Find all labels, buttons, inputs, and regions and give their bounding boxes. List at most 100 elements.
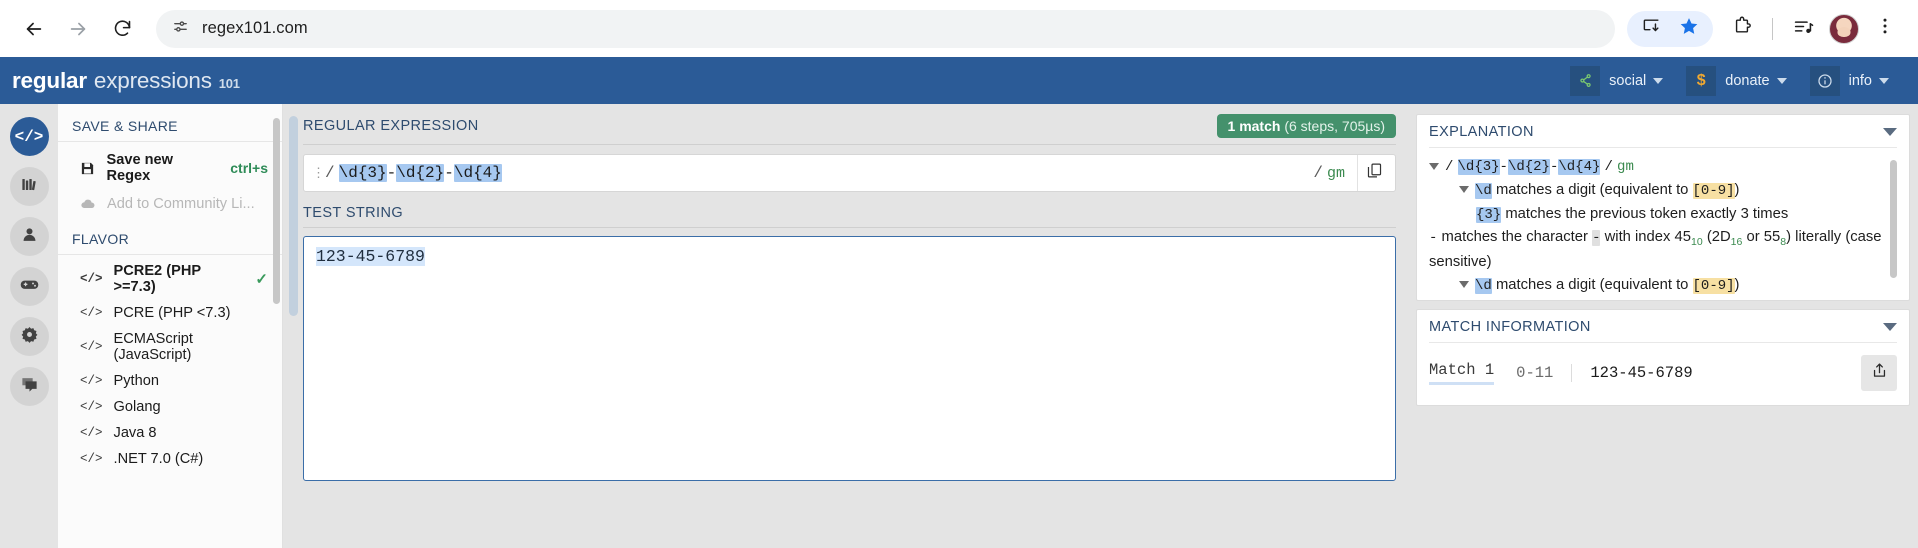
back-arrow-icon	[23, 18, 45, 40]
save-shortcut-label: ctrl+s	[230, 160, 268, 176]
rail-item-sponsor[interactable]	[9, 267, 49, 306]
explanation-digit-paren: )	[1734, 276, 1740, 293]
check-icon: ✓	[255, 271, 268, 288]
site-settings-icon[interactable]	[172, 18, 189, 40]
forward-button[interactable]	[58, 9, 98, 49]
disclosure-triangle-icon[interactable]	[1459, 186, 1469, 194]
explanation-header[interactable]: EXPLANATION	[1429, 124, 1897, 148]
sidebar-scrollbar[interactable]	[273, 118, 280, 304]
explanation-pattern-row[interactable]: / \d{3}-\d{2}-\d{4} / gm	[1429, 155, 1887, 179]
regex-flags[interactable]: gm	[1327, 165, 1345, 182]
header-menu-info[interactable]: info	[1809, 65, 1898, 96]
profile-avatar[interactable]	[1829, 13, 1859, 44]
save-disk-icon	[80, 161, 95, 176]
header-menu-donate[interactable]: $ donate	[1686, 65, 1795, 96]
rail-item-editor[interactable]: </>	[9, 117, 49, 156]
header-menu-social[interactable]: social	[1570, 65, 1672, 96]
explanation-dash-lead: matches the character	[1441, 229, 1588, 246]
explanation-dash-dec: 45	[1674, 229, 1691, 246]
explanation-dash-bullet: -	[1429, 230, 1438, 247]
gamepad-icon	[19, 274, 40, 300]
explanation-scrollbar[interactable]	[1890, 160, 1897, 278]
omnibox-action-pill	[1627, 10, 1713, 48]
flavor-item-golang[interactable]: </> Golang	[58, 394, 282, 420]
flavor-label: Golang	[113, 399, 161, 415]
regex-flags-area[interactable]: / gm	[1312, 164, 1345, 182]
header-nav: social $ donate info	[1570, 65, 1898, 96]
toolbar-divider	[1772, 17, 1773, 40]
regular-expression-title: REGULAR EXPRESSION	[303, 118, 479, 134]
explanation-repeat-text: matches the previous token exactly 3 tim…	[1505, 205, 1789, 222]
chevron-down-icon[interactable]	[1883, 128, 1897, 136]
flavor-label: .NET 7.0 (C#)	[113, 451, 204, 467]
explanation-digit-token: \d	[1475, 182, 1492, 199]
flavor-item-dotnet[interactable]: </> .NET 7.0 (C#)	[58, 446, 282, 472]
app-body: </> SAVE & SHARE Save new Regex ctrl+s A…	[0, 104, 1918, 548]
back-button[interactable]	[14, 9, 54, 49]
rail-item-account[interactable]	[9, 217, 49, 256]
rail-item-community[interactable]	[9, 367, 49, 406]
disclosure-triangle-icon[interactable]	[1459, 281, 1469, 289]
test-string-match-highlight: 123-45-6789	[316, 247, 425, 266]
rail-item-library[interactable]	[9, 167, 49, 206]
gear-icon	[20, 325, 39, 349]
flavor-item-python[interactable]: </> Python	[58, 368, 282, 394]
explanation-row-digit-1[interactable]: \d matches a digit (equivalent to [0-9])	[1429, 179, 1887, 203]
chevron-down-icon[interactable]	[1883, 323, 1897, 331]
reload-button[interactable]	[102, 9, 142, 49]
explanation-dash-mid: with index	[1604, 229, 1671, 246]
explanation-dash-dec-sub: 10	[1691, 236, 1703, 249]
header-menu-donate-label: donate	[1725, 72, 1770, 89]
add-to-community-library-button[interactable]: Add to Community Li...	[58, 190, 282, 218]
export-matches-button[interactable]	[1861, 355, 1897, 391]
library-books-icon	[20, 175, 39, 199]
flavor-label: PCRE2 (PHP >=7.3)	[113, 263, 201, 295]
match-label[interactable]: Match 1	[1429, 361, 1495, 385]
regex-token-1: \d{3}	[338, 164, 387, 182]
flavor-item-pcre2[interactable]: </> PCRE2 (PHP >=7.3) ✓	[58, 258, 282, 300]
flavor-label: Java 8	[113, 425, 157, 441]
browser-menu-button[interactable]	[1866, 10, 1904, 48]
browser-actions	[1627, 10, 1904, 48]
save-share-title: SAVE & SHARE	[58, 118, 282, 142]
explanation-dash-or: or	[1746, 229, 1760, 246]
flavor-item-ecmascript[interactable]: </> ECMAScript (JavaScript)	[58, 326, 282, 368]
bookmark-button[interactable]	[1670, 10, 1708, 48]
flavor-item-java8[interactable]: </> Java 8	[58, 420, 282, 446]
drag-handle-icon[interactable]: ⋮	[312, 167, 325, 180]
flavor-item-pcre[interactable]: </> PCRE (PHP <7.3)	[58, 300, 282, 326]
disclosure-triangle-icon[interactable]	[1429, 162, 1439, 170]
site-logo[interactable]: regular expressions 101	[12, 68, 240, 94]
explanation-row-digit-2[interactable]: \d matches a digit (equivalent to [0-9])	[1429, 274, 1887, 298]
address-bar[interactable]: regex101.com	[156, 9, 1615, 48]
explanation-dash-hex-sub: 16	[1730, 236, 1743, 249]
explanation-title: EXPLANATION	[1429, 124, 1534, 140]
match-count-bold: 1 match	[1227, 118, 1281, 134]
account-person-icon	[20, 225, 39, 249]
scrollbar-thumb[interactable]	[288, 116, 298, 316]
explanation-repeat-token: {3}	[1476, 206, 1502, 223]
export-share-icon	[1871, 362, 1888, 384]
install-app-button[interactable]	[1632, 10, 1670, 48]
rail-item-settings[interactable]	[9, 317, 49, 356]
copy-regex-button[interactable]	[1357, 155, 1391, 191]
match-label-text: Match	[1429, 361, 1476, 379]
explanation-token-2: \d{2}	[1507, 159, 1550, 175]
match-value: 123-45-6789	[1590, 364, 1693, 382]
regex-input[interactable]: ⋮ / \d{3} - \d{2} - \d{4} / gm	[303, 154, 1396, 192]
extensions-puzzle-icon	[1732, 16, 1752, 41]
test-string-input[interactable]: 123-45-6789	[303, 236, 1396, 481]
explanation-digit-paren: )	[1734, 181, 1740, 198]
main-scrollbar[interactable]	[283, 104, 303, 548]
three-dot-menu-icon	[1875, 16, 1895, 41]
media-control-button[interactable]	[1784, 10, 1822, 48]
explanation-row-literal-dash-1: - matches the character - with index 451…	[1429, 226, 1887, 273]
save-new-regex-button[interactable]: Save new Regex ctrl+s	[58, 146, 282, 190]
match-information-header[interactable]: MATCH INFORMATION	[1429, 319, 1897, 343]
regex-separator-2: -	[444, 164, 454, 182]
extensions-button[interactable]	[1723, 10, 1761, 48]
regex-delimiter-open: /	[325, 164, 335, 182]
bookmark-star-icon	[1679, 16, 1699, 41]
explanation-digit-text: matches a digit (equivalent to	[1495, 181, 1689, 198]
explanation-dash-oct: 55	[1763, 229, 1781, 246]
